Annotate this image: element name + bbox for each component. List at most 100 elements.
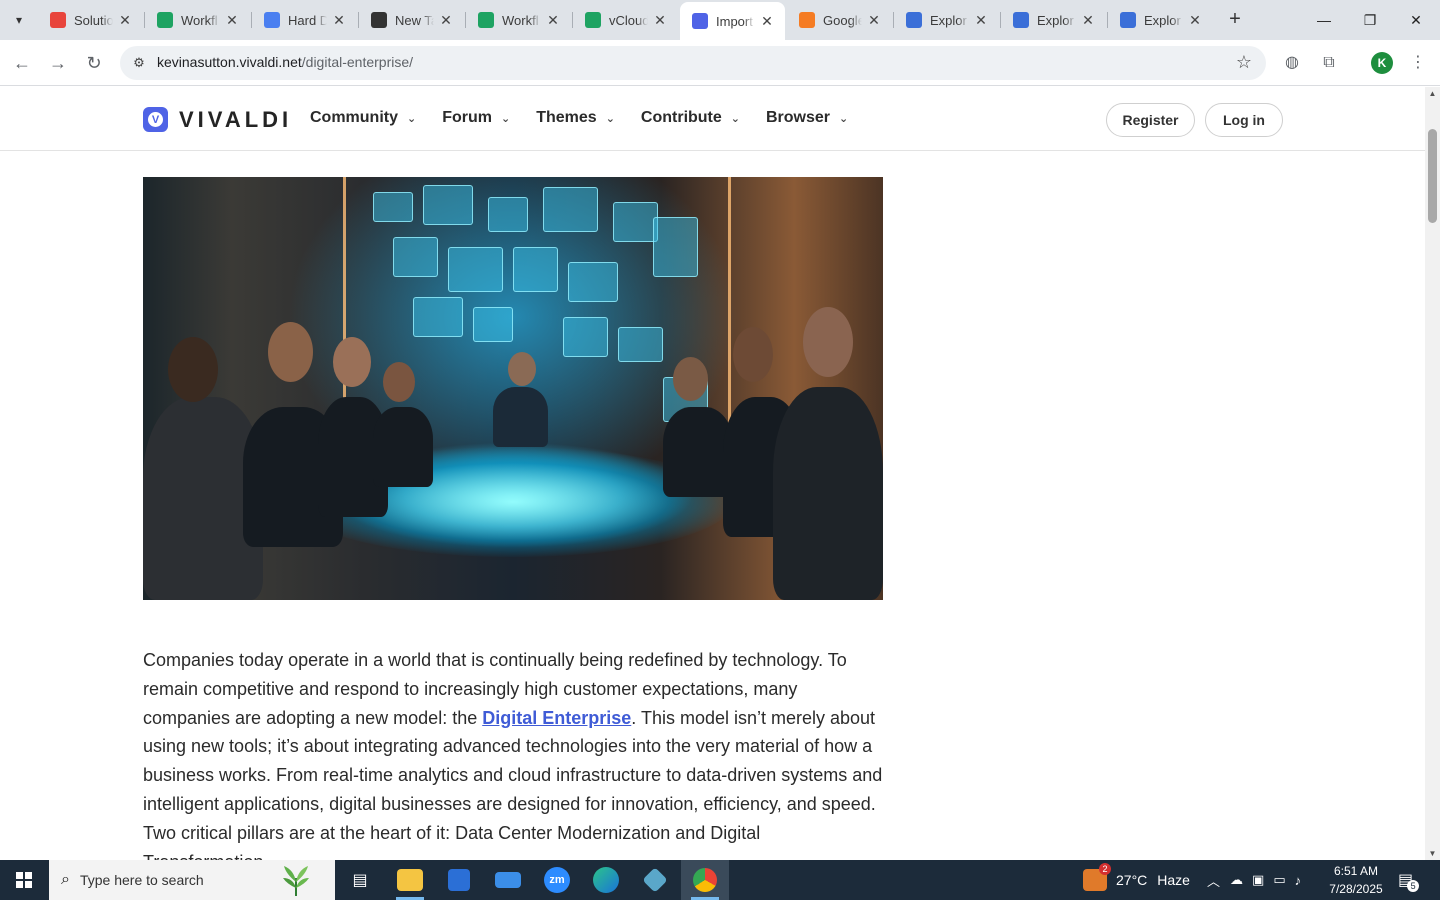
nav-item-forum[interactable]: Forum ⌄ bbox=[442, 109, 510, 127]
nav-item-contribute[interactable]: Contribute ⌄ bbox=[641, 109, 740, 127]
main-nav: Community ⌄ Forum ⌄ Themes ⌄ Contribute ⌄ Browse… bbox=[310, 109, 874, 127]
digital-enterprise-link[interactable]: Digital Enterprise bbox=[482, 708, 631, 728]
onedrive-icon[interactable]: ☁ bbox=[1230, 872, 1243, 888]
browser-tab[interactable]: Explor ✕ bbox=[1108, 6, 1213, 34]
browser-tab[interactable]: Google ✕ bbox=[787, 6, 892, 34]
file-explorer-button[interactable] bbox=[386, 860, 434, 900]
extensions-icon[interactable]: ⧉ bbox=[1318, 52, 1340, 74]
paragraph-text: . This model isn’t merely about using ne… bbox=[143, 707, 883, 860]
gemini-icon bbox=[1013, 12, 1029, 28]
browser-tab[interactable]: Solutio ✕ bbox=[38, 6, 143, 34]
close-tab-icon[interactable]: ✕ bbox=[545, 12, 561, 29]
restore-button[interactable]: ❐ bbox=[1347, 6, 1393, 34]
task-view-button[interactable]: ▤ bbox=[336, 860, 384, 900]
new-tab-button[interactable]: + bbox=[1225, 8, 1245, 32]
store-button[interactable] bbox=[435, 860, 483, 900]
browser-tab[interactable]: vCloud ✕ bbox=[573, 6, 678, 34]
weather-widget[interactable]: 2 27°C Haze bbox=[1083, 860, 1190, 900]
app-button[interactable] bbox=[631, 860, 679, 900]
login-button[interactable]: Log in bbox=[1205, 103, 1283, 137]
notification-count: 5 bbox=[1407, 880, 1420, 892]
browser-tab[interactable]: Explor ✕ bbox=[894, 6, 999, 34]
clock-time: 6:51 AM bbox=[1333, 864, 1379, 878]
site-settings-icon[interactable]: ⚙ bbox=[130, 54, 148, 72]
register-button[interactable]: Register bbox=[1106, 103, 1195, 137]
bookmark-star-icon[interactable]: ☆ bbox=[1236, 52, 1252, 73]
edge-button[interactable] bbox=[582, 860, 630, 900]
browser-tab[interactable]: Import ✕ bbox=[680, 2, 785, 40]
scroll-down-arrow[interactable]: ▼ bbox=[1427, 849, 1438, 858]
site-logo-text[interactable]: VIVALDI bbox=[179, 107, 292, 133]
chevron-down-icon: ⌄ bbox=[407, 112, 417, 125]
security-icon[interactable]: ▣ bbox=[1252, 872, 1264, 888]
nav-item-themes[interactable]: Themes ⌄ bbox=[536, 109, 615, 127]
tab-title: Hard D bbox=[288, 12, 327, 28]
page-scrollbar[interactable]: ▲ ▼ bbox=[1425, 87, 1440, 860]
gemini-icon bbox=[1120, 12, 1136, 28]
reload-button[interactable]: ↻ bbox=[80, 49, 108, 77]
page-viewport: V VIVALDI Community ⌄ Forum ⌄ Themes ⌄ Contrib… bbox=[0, 87, 1425, 860]
tab-separator bbox=[144, 12, 145, 28]
article-paragraph: Companies today operate in a world that … bbox=[143, 646, 883, 860]
store-icon bbox=[448, 869, 470, 891]
address-bar[interactable]: ⚙ kevinasutton.vivaldi.net/digital-enter… bbox=[120, 46, 1266, 80]
close-tab-icon[interactable]: ✕ bbox=[331, 12, 347, 29]
tab-separator bbox=[572, 12, 573, 28]
docs-icon bbox=[264, 12, 280, 28]
network-icon[interactable]: ▭ bbox=[1273, 872, 1285, 888]
vivaldi-logo-icon[interactable]: V bbox=[143, 107, 168, 132]
forward-button[interactable]: → bbox=[44, 49, 72, 77]
show-hidden-icons[interactable]: ︿ bbox=[1207, 871, 1220, 890]
firebase-icon bbox=[799, 12, 815, 28]
close-tab-icon[interactable]: ✕ bbox=[759, 13, 775, 30]
start-button[interactable] bbox=[0, 860, 48, 900]
url-text[interactable]: kevinasutton.vivaldi.net/digital-enterpr… bbox=[157, 54, 413, 70]
close-tab-icon[interactable]: ✕ bbox=[224, 12, 240, 29]
minimize-button[interactable]: — bbox=[1301, 6, 1347, 34]
github-icon bbox=[371, 12, 387, 28]
nav-item-label: Forum bbox=[442, 109, 492, 126]
tab-separator bbox=[251, 12, 252, 28]
browser-tab[interactable]: New Ta ✕ bbox=[359, 6, 464, 34]
browser-tab[interactable]: Hard D ✕ bbox=[252, 6, 357, 34]
close-tab-icon[interactable]: ✕ bbox=[117, 12, 133, 29]
browser-tab[interactable]: Workfl ✕ bbox=[466, 6, 571, 34]
tab-search-button[interactable]: ▾ bbox=[6, 8, 32, 32]
chevron-down-icon: ⌄ bbox=[730, 112, 740, 125]
close-window-button[interactable]: ✕ bbox=[1393, 6, 1439, 34]
mail-button[interactable] bbox=[484, 860, 532, 900]
zoom-button[interactable]: zm bbox=[533, 860, 581, 900]
close-tab-icon[interactable]: ✕ bbox=[1080, 12, 1096, 29]
volume-icon[interactable]: ♪ bbox=[1295, 873, 1302, 888]
mail-icon bbox=[495, 872, 521, 888]
scroll-thumb[interactable] bbox=[1428, 129, 1437, 223]
scroll-up-arrow[interactable]: ▲ bbox=[1427, 89, 1438, 98]
close-tab-icon[interactable]: ✕ bbox=[866, 12, 882, 29]
taskbar-clock[interactable]: 6:51 AM 7/28/2025 bbox=[1326, 862, 1386, 898]
search-icon: ⌕ bbox=[61, 871, 70, 888]
tab-separator bbox=[465, 12, 466, 28]
close-tab-icon[interactable]: ✕ bbox=[973, 12, 989, 29]
article-hero-image bbox=[143, 177, 883, 600]
taskbar-search-box[interactable]: ⌕ Type here to search bbox=[49, 860, 335, 900]
profile-avatar[interactable]: K bbox=[1371, 52, 1393, 74]
plant-icon bbox=[283, 866, 309, 896]
close-tab-icon[interactable]: ✕ bbox=[1187, 12, 1203, 29]
chrome-button[interactable] bbox=[681, 860, 729, 900]
back-button[interactable]: ← bbox=[8, 49, 36, 77]
browser-tab[interactable]: Explor ✕ bbox=[1001, 6, 1106, 34]
translate-icon[interactable]: ◍ bbox=[1281, 52, 1303, 74]
close-tab-icon[interactable]: ✕ bbox=[652, 12, 668, 29]
nav-item-browser[interactable]: Browser ⌄ bbox=[766, 109, 848, 127]
tab-title: New Ta bbox=[395, 12, 434, 28]
browser-toolbar: ← → ↻ ⚙ kevinasutton.vivaldi.net/digital… bbox=[0, 40, 1440, 86]
url-host: kevinasutton.vivaldi.net bbox=[157, 54, 302, 70]
browser-tab[interactable]: Workfl ✕ bbox=[145, 6, 250, 34]
close-tab-icon[interactable]: ✕ bbox=[438, 12, 454, 29]
nav-item-community[interactable]: Community ⌄ bbox=[310, 109, 416, 127]
task-view-icon: ▤ bbox=[352, 872, 368, 889]
tab-separator bbox=[1107, 12, 1108, 28]
menu-icon[interactable]: ⋮ bbox=[1407, 52, 1429, 74]
tab-separator bbox=[893, 12, 894, 28]
notification-center-button[interactable]: ▤ 5 bbox=[1398, 860, 1422, 900]
